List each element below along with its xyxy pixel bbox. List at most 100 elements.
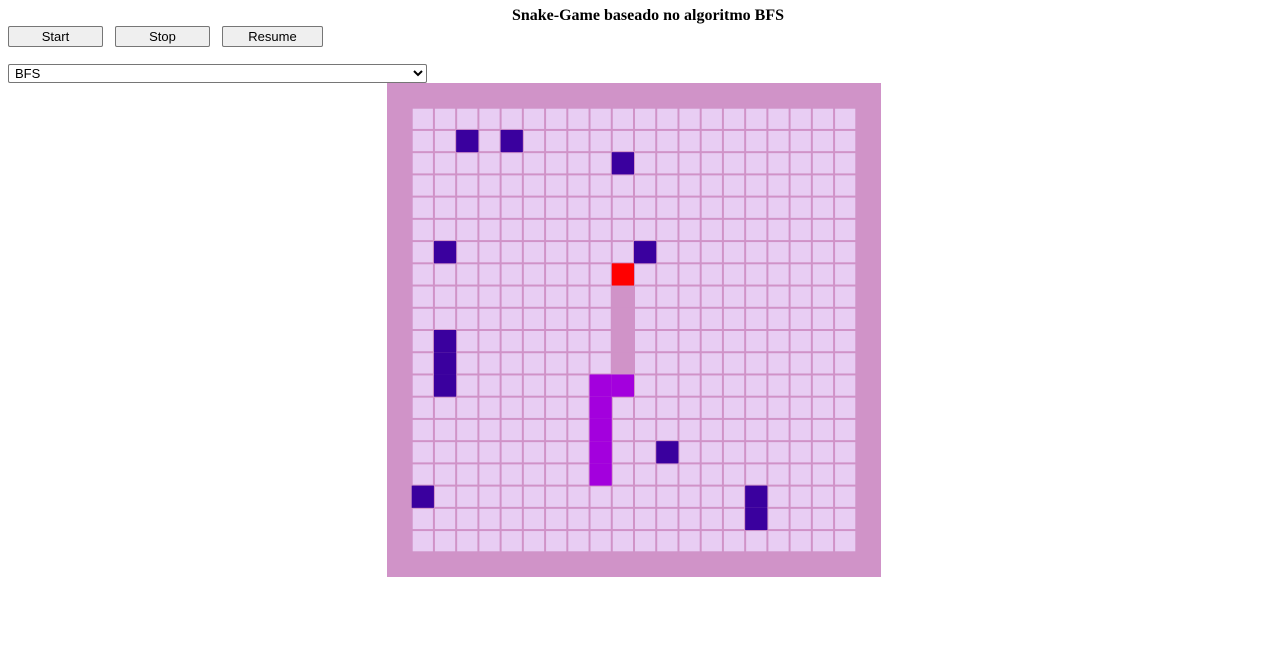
grid-cell [789,196,812,219]
grid-cell [634,441,657,464]
grid-cell [789,174,812,197]
grid-cell [634,263,657,286]
grid-cell [700,396,723,419]
grid-cell [700,463,723,486]
resume-button[interactable]: Resume [222,26,323,47]
grid-cell [411,307,434,331]
grid-cell [745,441,768,464]
grid-cell [411,241,434,264]
grid-cell [722,374,746,397]
grid-cell [456,441,479,464]
grid-cell [700,285,723,308]
algorithm-select[interactable]: BFS [8,64,427,83]
grid-cell [789,396,812,419]
grid-cell [433,530,457,553]
grid-cell [745,530,768,553]
grid-cell [722,463,746,486]
grid-cell [545,263,568,286]
grid-cell [500,307,523,331]
grid-cell [834,107,857,130]
grid-cell [678,152,701,175]
grid-cell [545,374,568,397]
grid-cell [722,196,746,219]
grid-cell [611,530,635,553]
grid-cell [811,196,835,219]
grid-cell [678,441,701,464]
grid-cell [589,307,612,331]
grid-cell [634,218,657,242]
grid-cell [678,396,701,419]
grid-cell [433,307,457,331]
grid-cell [411,396,434,419]
grid-cell [700,352,723,375]
grid-cell [656,330,679,353]
grid-cell [722,530,746,553]
grid-cell [589,485,612,508]
grid-cell [767,263,790,286]
grid-cell [767,463,790,486]
grid-cell [433,485,457,508]
grid-cell [767,396,790,419]
grid-cell [478,352,501,375]
grid-cell [678,285,701,308]
grid-cell [678,352,701,375]
grid-cell [722,107,746,130]
grid-cell [411,285,434,308]
grid-cell [834,263,857,286]
grid-cell [722,507,746,531]
grid-cell [567,307,590,331]
grid-cell [411,263,434,286]
grid-cell [811,174,835,197]
grid-cell [811,263,835,286]
grid-cell [634,463,657,486]
grid-cell [456,374,479,397]
grid-cell [500,441,523,464]
grid-cell [567,352,590,375]
grid-cell [745,396,768,419]
grid-cell [522,107,546,130]
grid-cell [745,107,768,130]
grid-cell [767,152,790,175]
grid-cell [722,174,746,197]
grid-cell [722,441,746,464]
obstacle-cell [433,330,457,353]
grid-cell [722,396,746,419]
grid-cell [789,330,812,353]
grid-cell [745,241,768,264]
grid-cell [567,418,590,442]
grid-cell [678,129,701,153]
grid-cell [767,196,790,219]
grid-cell [456,396,479,419]
grid-cell [433,263,457,286]
grid-cell [700,441,723,464]
grid-cell [522,374,546,397]
grid-cell [678,485,701,508]
grid-cell [722,352,746,375]
grid-cell [722,485,746,508]
grid-cell [745,129,768,153]
grid-cell [589,285,612,308]
grid-cell [433,441,457,464]
grid-cell [678,330,701,353]
grid-cell [834,441,857,464]
grid-cell [478,507,501,531]
grid-cell [834,485,857,508]
grid-cell [545,330,568,353]
grid-cell [811,485,835,508]
grid-cell [611,107,635,130]
grid-cell [545,218,568,242]
grid-cell [522,174,546,197]
grid-cell [834,374,857,397]
grid-cell [567,152,590,175]
grid-cell [678,174,701,197]
start-button[interactable]: Start [8,26,103,47]
grid-cell [611,441,635,464]
grid-cell [411,152,434,175]
stop-button[interactable]: Stop [115,26,210,47]
grid-cell [767,285,790,308]
grid-cell [433,507,457,531]
snake-body-segment [611,330,634,353]
grid-cell [745,196,768,219]
grid-cell [478,418,501,442]
grid-cell [411,107,434,130]
